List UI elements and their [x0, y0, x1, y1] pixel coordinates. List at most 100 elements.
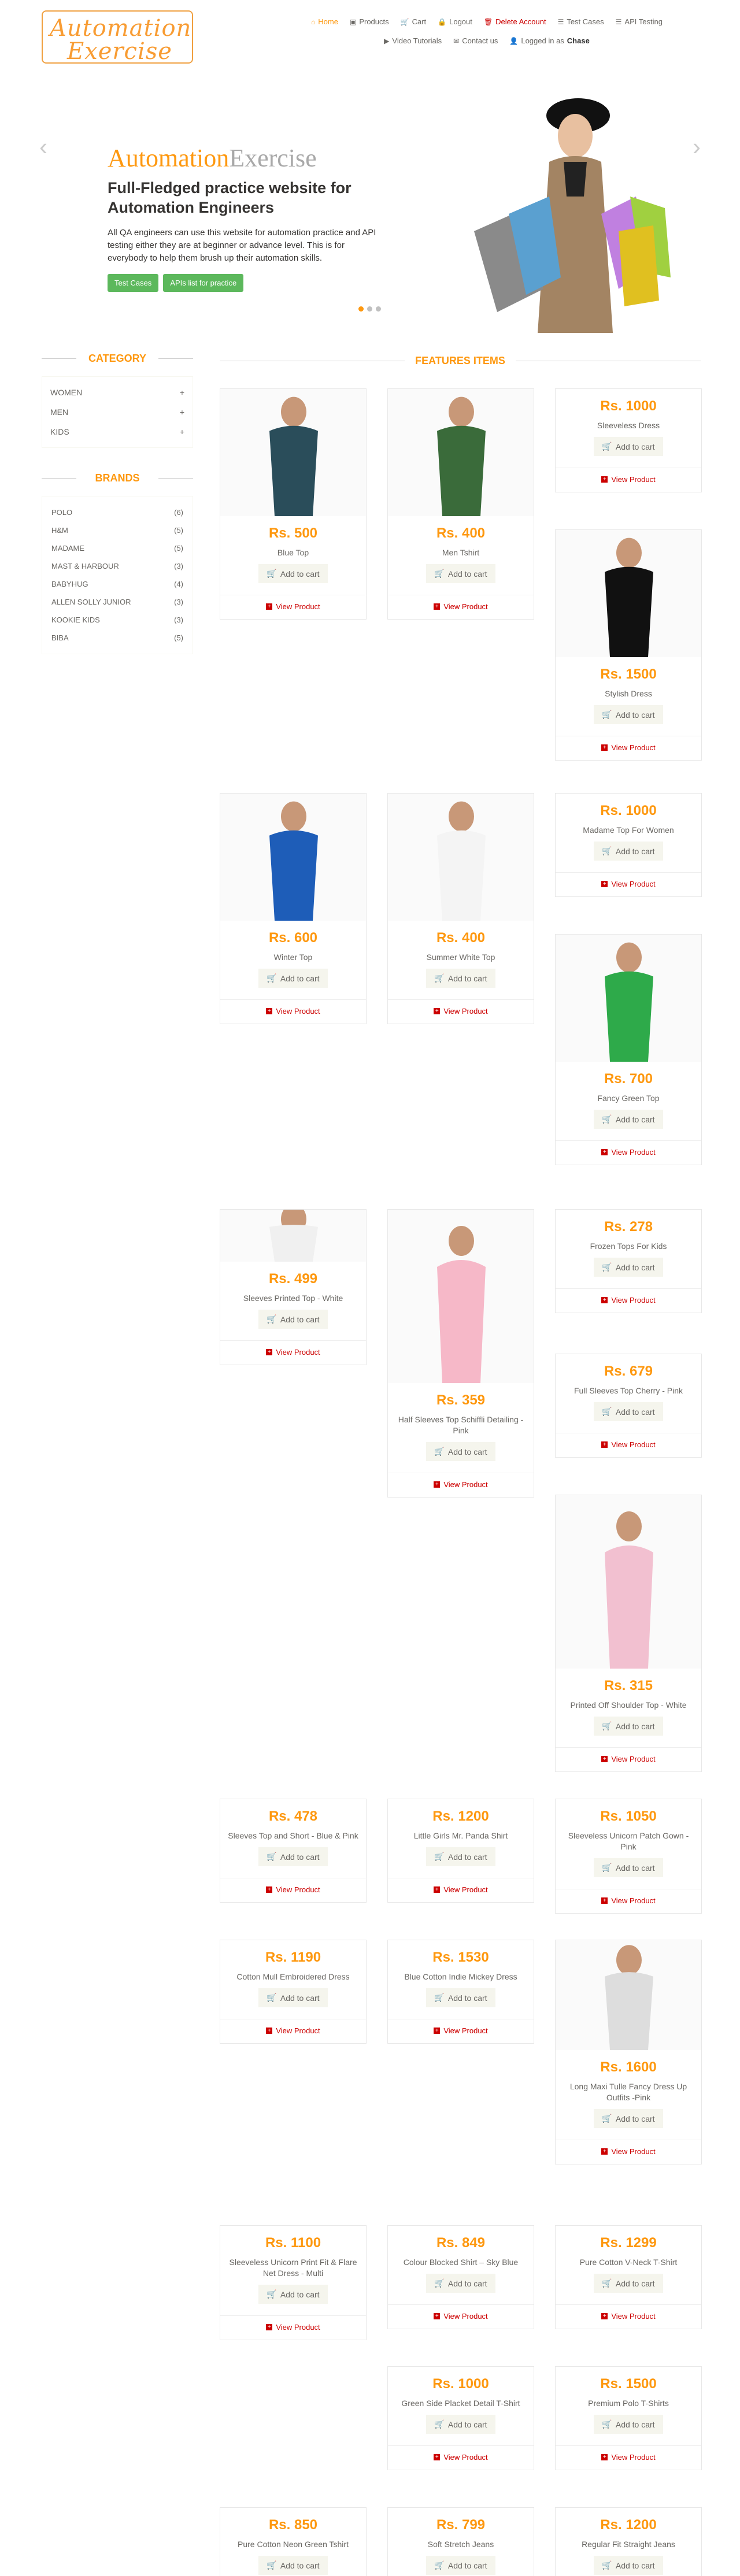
- nav-delete-account[interactable]: 🗑 Delete Account: [478, 15, 552, 28]
- add-to-cart-button[interactable]: 🛒 Add to cart: [594, 1858, 663, 1877]
- add-to-cart-button[interactable]: 🛒 Add to cart: [426, 2415, 495, 2434]
- product-image: [556, 1940, 701, 2050]
- carousel-dot[interactable]: [358, 306, 364, 312]
- category-kids[interactable]: Kids +: [48, 422, 187, 442]
- view-product-link[interactable]: + View Product: [556, 736, 701, 760]
- add-to-cart-button[interactable]: 🛒 Add to cart: [426, 1847, 495, 1866]
- nav-products[interactable]: ▣ Products: [344, 15, 395, 28]
- add-to-cart-button[interactable]: 🛒 Add to cart: [258, 1847, 328, 1866]
- view-product-link[interactable]: + View Product: [220, 1340, 366, 1365]
- view-product-link[interactable]: + View Product: [220, 595, 366, 619]
- view-product-link[interactable]: + View Product: [220, 999, 366, 1024]
- nav-home[interactable]: ⌂ Home: [305, 15, 344, 28]
- brand-item[interactable]: Madame (5): [51, 539, 183, 557]
- product-card: Rs. 359 Half Sleeves Top Schiffli Detaili…: [387, 1209, 534, 1498]
- add-to-cart-button[interactable]: 🛒 Add to cart: [594, 1258, 663, 1277]
- brand-item[interactable]: Polo (6): [51, 503, 183, 521]
- add-to-cart-button[interactable]: 🛒 Add to cart: [426, 2556, 495, 2575]
- add-to-cart-button[interactable]: 🛒 Add to cart: [258, 2285, 328, 2304]
- view-product-link[interactable]: + View Product: [556, 1747, 701, 1771]
- cart-icon: 🛒: [267, 973, 277, 983]
- add-to-cart-button[interactable]: 🛒 Add to cart: [594, 1110, 663, 1129]
- view-product-link[interactable]: + View Product: [388, 2445, 534, 2470]
- add-to-cart-button[interactable]: 🛒 Add to cart: [594, 2109, 663, 2128]
- product-price: Rs. 1000: [432, 2376, 489, 2392]
- add-to-cart-button[interactable]: 🛒 Add to cart: [426, 969, 495, 988]
- plus-icon[interactable]: +: [180, 407, 184, 417]
- view-product-label: View Product: [276, 2323, 320, 2332]
- carousel-prev-icon[interactable]: ‹: [39, 133, 47, 161]
- add-to-cart-button[interactable]: 🛒 Add to cart: [594, 2556, 663, 2575]
- carousel-dot[interactable]: [367, 306, 372, 312]
- test-cases-button[interactable]: Test Cases: [108, 274, 159, 292]
- view-product-link[interactable]: + View Product: [556, 1140, 701, 1165]
- nav-logout[interactable]: 🔒 Logout: [432, 15, 478, 28]
- product-price: Rs. 1190: [265, 1949, 321, 1965]
- add-to-cart-button[interactable]: 🛒 Add to cart: [594, 1402, 663, 1421]
- view-product-link[interactable]: + View Product: [220, 2315, 366, 2340]
- brand-item[interactable]: Babyhug (4): [51, 575, 183, 593]
- add-to-cart-button[interactable]: 🛒 Add to cart: [426, 564, 495, 583]
- view-product-link[interactable]: + View Product: [220, 2019, 366, 2043]
- nav-contact-us[interactable]: ✉ Contact us: [447, 34, 504, 47]
- view-product-label: View Product: [611, 880, 656, 888]
- view-product-link[interactable]: + View Product: [556, 2445, 701, 2470]
- site-logo[interactable]: Automation Exercise: [42, 10, 193, 65]
- add-to-cart-label: Add to cart: [615, 1262, 655, 1272]
- add-to-cart-button[interactable]: 🛒 Add to cart: [594, 437, 663, 456]
- brand-item[interactable]: Kookie Kids (3): [51, 611, 183, 629]
- plus-icon[interactable]: +: [180, 388, 184, 397]
- category-women[interactable]: Women +: [48, 383, 187, 402]
- brand-item[interactable]: Allen Solly Junior (3): [51, 593, 183, 611]
- view-product-link[interactable]: + View Product: [388, 2304, 534, 2329]
- add-to-cart-button[interactable]: 🛒 Add to cart: [258, 2556, 328, 2575]
- category-men[interactable]: Men +: [48, 402, 187, 422]
- carousel-next-icon[interactable]: ›: [693, 133, 701, 161]
- product-name: Green Side Placket Detail T-Shirt: [401, 2399, 520, 2408]
- add-to-cart-button[interactable]: 🛒 Add to cart: [426, 1442, 495, 1461]
- add-to-cart-label: Add to cart: [447, 2278, 487, 2288]
- view-product-link[interactable]: + View Product: [220, 1878, 366, 1902]
- nav-cart[interactable]: 🛒 Cart: [395, 15, 432, 28]
- brand-item[interactable]: Mast & Harbour (3): [51, 557, 183, 575]
- add-to-cart-button[interactable]: 🛒 Add to cart: [258, 564, 328, 583]
- brand-item[interactable]: H&M (5): [51, 521, 183, 539]
- nav-video-tutorials[interactable]: ▶ Video Tutorials: [378, 34, 447, 47]
- view-product-link[interactable]: + View Product: [388, 595, 534, 619]
- view-product-link[interactable]: + View Product: [388, 1473, 534, 1497]
- view-product-link[interactable]: + View Product: [556, 872, 701, 896]
- view-product-link[interactable]: + View Product: [388, 1878, 534, 1902]
- add-to-cart-label: Add to cart: [615, 442, 655, 451]
- add-to-cart-button[interactable]: 🛒 Add to cart: [594, 2274, 663, 2293]
- nav-logged-in-as[interactable]: 👤 Logged in as Chase: [504, 34, 595, 47]
- brand-count: (3): [174, 616, 183, 624]
- view-product-link[interactable]: + View Product: [556, 468, 701, 492]
- category-label: Kids: [50, 427, 69, 436]
- plus-icon[interactable]: +: [180, 427, 184, 436]
- add-to-cart-button[interactable]: 🛒 Add to cart: [594, 842, 663, 861]
- view-product-link[interactable]: + View Product: [556, 1889, 701, 1913]
- add-to-cart-button[interactable]: 🛒 Add to cart: [258, 969, 328, 988]
- brand-item[interactable]: Biba (5): [51, 629, 183, 647]
- product-price: Rs. 1299: [600, 2235, 657, 2251]
- view-product-link[interactable]: + View Product: [556, 1288, 701, 1313]
- view-product-link[interactable]: + View Product: [388, 999, 534, 1024]
- add-to-cart-button[interactable]: 🛒 Add to cart: [594, 1717, 663, 1736]
- view-product-link[interactable]: + View Product: [556, 2304, 701, 2329]
- plus-square-icon: +: [601, 881, 608, 887]
- nav-test-cases[interactable]: ☰ Test Cases: [552, 15, 610, 28]
- view-product-link[interactable]: + View Product: [556, 2140, 701, 2164]
- add-to-cart-button[interactable]: 🛒 Add to cart: [594, 705, 663, 724]
- add-to-cart-button[interactable]: 🛒 Add to cart: [258, 1988, 328, 2007]
- add-to-cart-button[interactable]: 🛒 Add to cart: [426, 2274, 495, 2293]
- add-to-cart-button[interactable]: 🛒 Add to cart: [594, 2415, 663, 2434]
- cart-icon: 🛒: [602, 710, 612, 719]
- carousel-dot[interactable]: [376, 306, 381, 312]
- product-price: Rs. 1000: [600, 398, 657, 414]
- view-product-link[interactable]: + View Product: [556, 1433, 701, 1457]
- apis-list-button[interactable]: APIs list for practice: [163, 274, 244, 292]
- add-to-cart-button[interactable]: 🛒 Add to cart: [426, 1988, 495, 2007]
- add-to-cart-button[interactable]: 🛒 Add to cart: [258, 1310, 328, 1329]
- nav-api-testing[interactable]: ☰ API Testing: [610, 15, 668, 28]
- view-product-link[interactable]: + View Product: [388, 2019, 534, 2043]
